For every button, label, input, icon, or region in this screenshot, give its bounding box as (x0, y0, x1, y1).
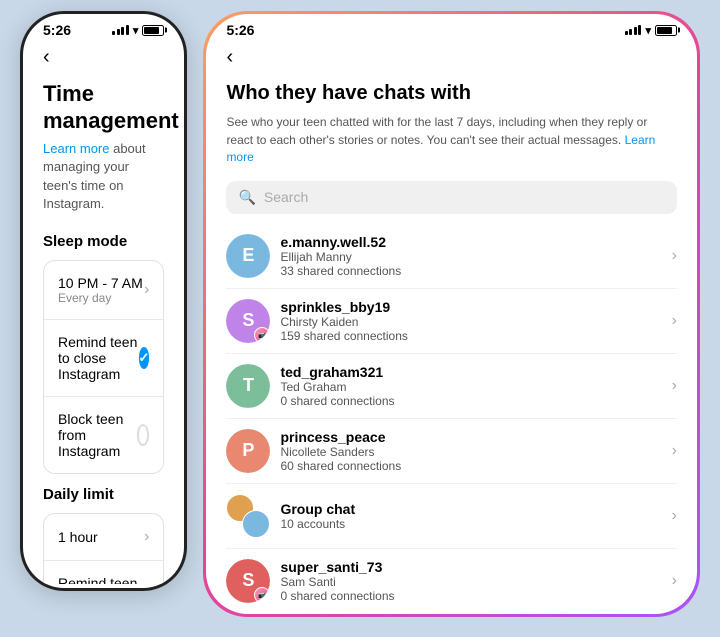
contact-avatar: P (226, 429, 270, 473)
contact-shared: 60 shared connections (280, 459, 661, 473)
contacts-list: Ee.manny.well.52Ellijah Manny33 shared c… (226, 224, 677, 610)
status-icons-left: ▾ (112, 24, 164, 37)
chevron-icon: › (672, 442, 677, 460)
wifi-icon-right: ▾ (645, 24, 651, 37)
right-phone: 5:26 ▾ ‹ Who they have chats with See (206, 14, 697, 613)
contact-name: Chirsty Kaiden (280, 315, 661, 329)
contact-info: super_santi_73Sam Santi0 shared connecti… (280, 559, 661, 603)
radio-block-1[interactable] (137, 424, 150, 446)
contact-shared: 33 shared connections (280, 264, 661, 278)
right-desc-text: See who your teen chatted with for the l… (226, 115, 647, 146)
remind-close-row-2[interactable]: Remind teen to close Instagram (44, 560, 163, 584)
avatar-initials: E (226, 234, 270, 278)
back-button-left[interactable]: ‹ (43, 42, 50, 73)
sleep-mode-card: 10 PM - 7 AM Every day › Remind teen to … (43, 260, 164, 474)
sleep-every-day: Every day (58, 291, 143, 305)
contact-row[interactable]: Pprincess_peaceNicollete Sanders60 share… (226, 419, 677, 484)
contact-name: 10 accounts (280, 517, 661, 531)
radio-remind-1[interactable] (139, 347, 150, 369)
block-row-1[interactable]: Block teen from Instagram (44, 396, 163, 473)
contact-name: Ted Graham (280, 380, 661, 394)
contact-info: e.manny.well.52Ellijah Manny33 shared co… (280, 234, 661, 278)
status-time-left: 5:26 (43, 22, 71, 38)
remind-close-label-2: Remind teen to close Instagram (58, 575, 139, 584)
group-avatar (226, 494, 270, 538)
contact-avatar: S📷 (226, 299, 270, 343)
chevron-icon-sleep: › (144, 281, 149, 299)
contact-username: super_santi_73 (280, 559, 661, 575)
contact-shared: 159 shared connections (280, 329, 661, 343)
wifi-icon: ▾ (133, 24, 139, 37)
contact-row[interactable]: Group chat10 accounts › (226, 484, 677, 549)
sleep-mode-label: Sleep mode (43, 233, 164, 250)
contact-avatar: T (226, 364, 270, 408)
contact-name: Sam Santi (280, 575, 661, 589)
left-phone: 5:26 ▾ ‹ Time management Learn more abou… (20, 11, 187, 591)
left-page-content: ‹ Time management Learn more about manag… (23, 42, 184, 584)
avatar-initials: T (226, 364, 270, 408)
contact-username: princess_peace (280, 429, 661, 445)
status-bar-right: 5:26 ▾ (206, 14, 697, 42)
contact-info: ted_graham321Ted Graham0 shared connecti… (280, 364, 661, 408)
instagram-badge: 📷 (254, 587, 270, 603)
daily-limit-label: Daily limit (43, 486, 164, 503)
contact-shared: 0 shared connections (280, 394, 661, 408)
sleep-time-range: 10 PM - 7 AM (58, 275, 143, 291)
chevron-icon-daily: › (144, 528, 149, 546)
contact-username: e.manny.well.52 (280, 234, 661, 250)
contact-info: princess_peaceNicollete Sanders60 shared… (280, 429, 661, 473)
search-placeholder: Search (264, 189, 308, 205)
contact-info: sprinkles_bby19Chirsty Kaiden159 shared … (280, 299, 661, 343)
signal-icon (112, 25, 129, 35)
contact-row[interactable]: Tted_graham321Ted Graham0 shared connect… (226, 354, 677, 419)
block-label-1: Block teen from Instagram (58, 411, 137, 459)
chevron-icon: › (672, 377, 677, 395)
chevron-icon: › (672, 572, 677, 590)
contact-avatar: E (226, 234, 270, 278)
battery-icon-right (655, 25, 677, 36)
contact-row[interactable]: S📷super_santi_73Sam Santi0 shared connec… (226, 549, 677, 610)
remind-close-row-1[interactable]: Remind teen to close Instagram (44, 319, 163, 396)
contact-username: ted_graham321 (280, 364, 661, 380)
contact-name: Nicollete Sanders (280, 445, 661, 459)
status-bar-left: 5:26 ▾ (23, 14, 184, 42)
avatar-initials: P (226, 429, 270, 473)
right-page-title: Who they have chats with (226, 81, 677, 106)
contact-shared: 0 shared connections (280, 589, 661, 603)
contact-avatar: S📷 (226, 559, 270, 603)
contact-name: Ellijah Manny (280, 250, 661, 264)
contact-row[interactable]: Ee.manny.well.52Ellijah Manny33 shared c… (226, 224, 677, 289)
instagram-badge: 📷 (254, 327, 270, 343)
contact-username: Group chat (280, 501, 661, 517)
battery-icon (142, 25, 164, 36)
back-button-right[interactable]: ‹ (226, 42, 233, 73)
right-desc: See who your teen chatted with for the l… (226, 114, 677, 166)
chevron-icon: › (672, 247, 677, 265)
right-page-content: ‹ Who they have chats with See who your … (206, 42, 697, 609)
daily-limit-value: 1 hour (58, 529, 98, 545)
right-phone-wrapper: 5:26 ▾ ‹ Who they have chats with See (203, 11, 700, 616)
search-icon: 🔍 (238, 189, 255, 206)
chevron-icon: › (672, 507, 677, 525)
chevron-icon: › (672, 312, 677, 330)
signal-icon-right (625, 25, 642, 35)
daily-limit-card: 1 hour › Remind teen to close Instagram … (43, 513, 164, 584)
contact-row[interactable]: S📷sprinkles_bby19Chirsty Kaiden159 share… (226, 289, 677, 354)
contact-info: Group chat10 accounts (280, 501, 661, 531)
sleep-time-row[interactable]: 10 PM - 7 AM Every day › (44, 261, 163, 319)
search-bar[interactable]: 🔍 Search (226, 181, 677, 214)
group-avatar-small (242, 510, 270, 538)
contact-username: sprinkles_bby19 (280, 299, 661, 315)
status-icons-right: ▾ (625, 24, 677, 37)
daily-limit-value-row[interactable]: 1 hour › (44, 514, 163, 560)
status-time-right: 5:26 (226, 22, 254, 38)
remind-close-label-1: Remind teen to close Instagram (58, 334, 139, 382)
learn-more-link[interactable]: Learn more (43, 141, 109, 156)
page-title-left: Time management (43, 81, 164, 134)
learn-more-text: Learn more about managing your teen's ti… (43, 140, 164, 213)
